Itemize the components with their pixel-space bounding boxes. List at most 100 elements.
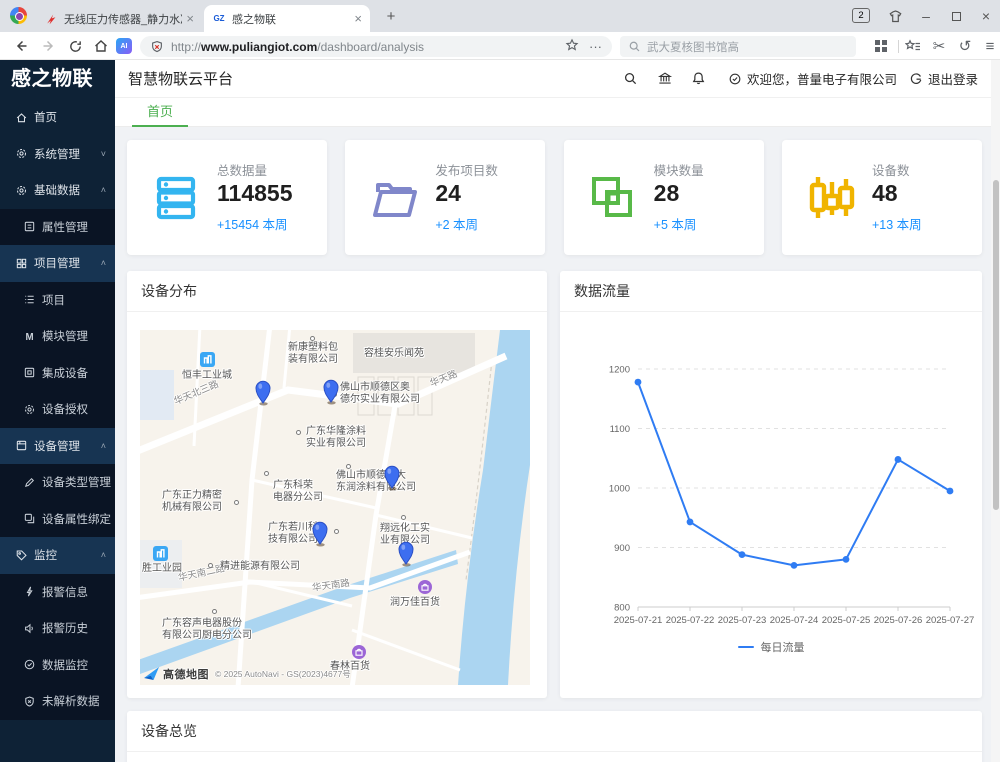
map-pin[interactable] xyxy=(383,464,401,491)
map-pin[interactable] xyxy=(254,379,272,406)
menu-icon[interactable]: ≡ xyxy=(981,37,999,55)
map-poi-dot xyxy=(212,609,217,614)
stat-card-total-data: 总数据量114855+15454 本周 xyxy=(127,140,327,255)
sidebar-item-project[interactable]: 项目 xyxy=(0,282,115,319)
bookmark-star-icon[interactable] xyxy=(565,38,579,55)
close-icon[interactable]: × xyxy=(354,11,362,26)
sidebar-item-device-mgmt[interactable]: 设备管理˄ xyxy=(0,428,115,465)
sidebar-item-integrated-device[interactable]: 集成设备 xyxy=(0,355,115,392)
device-overview-panel: 设备总览 xyxy=(127,711,982,762)
map-pin[interactable] xyxy=(322,378,340,405)
map-poi-label: 广东正力精密 机械有限公司 xyxy=(162,490,222,514)
device-icon xyxy=(15,439,28,452)
address-bar[interactable]: http://www.puliangiot.com/dashboard/anal… xyxy=(140,36,612,57)
svg-text:2025-07-25: 2025-07-25 xyxy=(822,615,871,625)
svg-text:1000: 1000 xyxy=(609,484,630,495)
reload-icon[interactable] xyxy=(66,37,84,55)
map-poi-label: 广东科荣 电器分公司 xyxy=(273,480,323,504)
box-icon xyxy=(23,366,36,379)
chart-legend[interactable]: 每日流量 xyxy=(560,639,982,655)
tab-count-badge[interactable]: 2 xyxy=(852,8,870,23)
close-icon[interactable]: × xyxy=(186,11,194,26)
stat-delta: +13 本周 xyxy=(872,214,922,233)
welcome-user[interactable]: 欢迎您，普量电子有限公司 xyxy=(728,69,897,88)
stat-value: 28 xyxy=(654,180,680,207)
url-host: www.puliangiot.com xyxy=(201,40,317,54)
sidebar-item-module-mgmt[interactable]: M模块管理 xyxy=(0,318,115,355)
favorites-list-icon[interactable] xyxy=(904,37,922,55)
logout-button[interactable]: 退出登录 xyxy=(909,69,978,88)
database-icon xyxy=(152,174,200,222)
sidebar-item-alarm-info[interactable]: 报警信息 xyxy=(0,574,115,611)
svg-text:900: 900 xyxy=(614,543,630,554)
tab-home[interactable]: 首页 xyxy=(132,98,188,127)
chevron-up-icon: ˄ xyxy=(101,441,106,451)
tag-icon xyxy=(15,549,28,562)
list-icon xyxy=(23,293,36,306)
sidebar-item-device-type-mgmt[interactable]: 设备类型管理 xyxy=(0,464,115,501)
search-icon[interactable] xyxy=(614,71,648,86)
sidebar-item-attr-mgmt[interactable]: 属性管理 xyxy=(0,209,115,246)
maximize-button[interactable] xyxy=(942,0,970,32)
page-scrollbar[interactable] xyxy=(991,60,1000,762)
scissors-icon[interactable]: ✂ xyxy=(930,37,948,55)
stat-delta: +2 本周 xyxy=(435,214,478,233)
more-options-icon[interactable]: ··· xyxy=(589,39,602,54)
map-pin[interactable] xyxy=(311,520,329,547)
svg-text:2025-07-23: 2025-07-23 xyxy=(718,615,767,625)
browser-tab-2[interactable]: GZ 感之物联 × xyxy=(204,5,370,32)
map-poi-label: 恒丰工业城 xyxy=(182,370,232,382)
stats-row: 总数据量114855+15454 本周发布项目数24+2 本周模块数量28+5 … xyxy=(127,140,982,255)
shield-x-icon[interactable] xyxy=(150,40,164,54)
pen-icon xyxy=(23,476,36,489)
minimize-button[interactable]: – xyxy=(912,0,940,32)
apps-grid-icon[interactable] xyxy=(872,37,890,55)
sidebar-item-monitor[interactable]: 监控˄ xyxy=(0,537,115,574)
new-tab-button[interactable]: + xyxy=(380,7,402,29)
app-logo[interactable]: 感之物联 xyxy=(0,60,115,99)
ai-assistant-icon[interactable]: AI xyxy=(116,38,132,54)
window-close-button[interactable]: × xyxy=(972,0,1000,32)
browser-tab-1[interactable]: 无线压力传感器_静力水准仪 × xyxy=(36,5,202,32)
bind-icon xyxy=(23,512,36,525)
map-poi-label: 广东华隆涂料 实业有限公司 xyxy=(306,426,366,450)
chevron-up-icon: ˄ xyxy=(101,550,106,560)
chevron-down-icon: ˅ xyxy=(101,149,106,159)
quick-search-bar[interactable]: 武大夏核图书馆高 xyxy=(620,36,856,57)
map-building-icon xyxy=(200,352,215,367)
sidebar-item-project-mgmt[interactable]: 项目管理˄ xyxy=(0,245,115,282)
theme-shirt-icon[interactable] xyxy=(884,0,906,32)
sidebar-item-home[interactable]: 首页 xyxy=(0,99,115,136)
svg-text:M: M xyxy=(25,332,33,343)
map-pin[interactable] xyxy=(397,540,415,567)
bank-icon[interactable] xyxy=(648,71,682,86)
undo-icon[interactable]: ↺ xyxy=(956,37,974,55)
map-poi-label: 佛山市顺德区大 东润涂料有限公司 xyxy=(336,470,416,494)
map-poi-dot xyxy=(334,529,339,534)
chevron-up-icon: ˄ xyxy=(101,185,106,195)
sidebar-item-device-auth[interactable]: 设备授权 xyxy=(0,391,115,428)
map-poi-dot xyxy=(234,500,239,505)
home-icon[interactable] xyxy=(92,37,110,55)
sidebar-item-device-attr-bind[interactable]: 设备属性绑定 xyxy=(0,501,115,538)
amap-logo-text: 高德地图 xyxy=(163,666,209,682)
sidebar-item-base-data[interactable]: 基础数据˄ xyxy=(0,172,115,209)
check-circle-icon xyxy=(728,72,742,86)
sidebar-item-alarm-history[interactable]: 报警历史 xyxy=(0,610,115,647)
bell-icon[interactable] xyxy=(682,71,716,86)
panel-title: 设备总览 xyxy=(127,711,982,752)
forward-icon[interactable] xyxy=(40,37,58,55)
back-icon[interactable] xyxy=(12,37,30,55)
browser-toolbar: AI http://www.puliangiot.com/dashboard/a… xyxy=(0,32,1000,60)
scrollbar-thumb[interactable] xyxy=(993,180,999,510)
map-building-icon xyxy=(153,546,168,561)
sidebar-item-unparsed-data[interactable]: 未解析数据 xyxy=(0,683,115,720)
sidebar-item-system-mgmt[interactable]: 系统管理˅ xyxy=(0,136,115,173)
red-site-favicon xyxy=(44,12,58,26)
cog-icon xyxy=(15,184,28,197)
url-path: /dashboard/analysis xyxy=(317,40,424,54)
browser-logo-icon[interactable] xyxy=(10,7,27,24)
sidebar-item-data-monitor[interactable]: 数据监控 xyxy=(0,647,115,684)
data-flow-panel: 数据流量 8009001000110012002025-07-212025-07… xyxy=(560,271,982,698)
device-map[interactable]: 华天北三路华天路华天南路华天南二路新康塑料包 装有限公司容桂安乐闻苑恒丰工业城佛… xyxy=(140,330,530,685)
